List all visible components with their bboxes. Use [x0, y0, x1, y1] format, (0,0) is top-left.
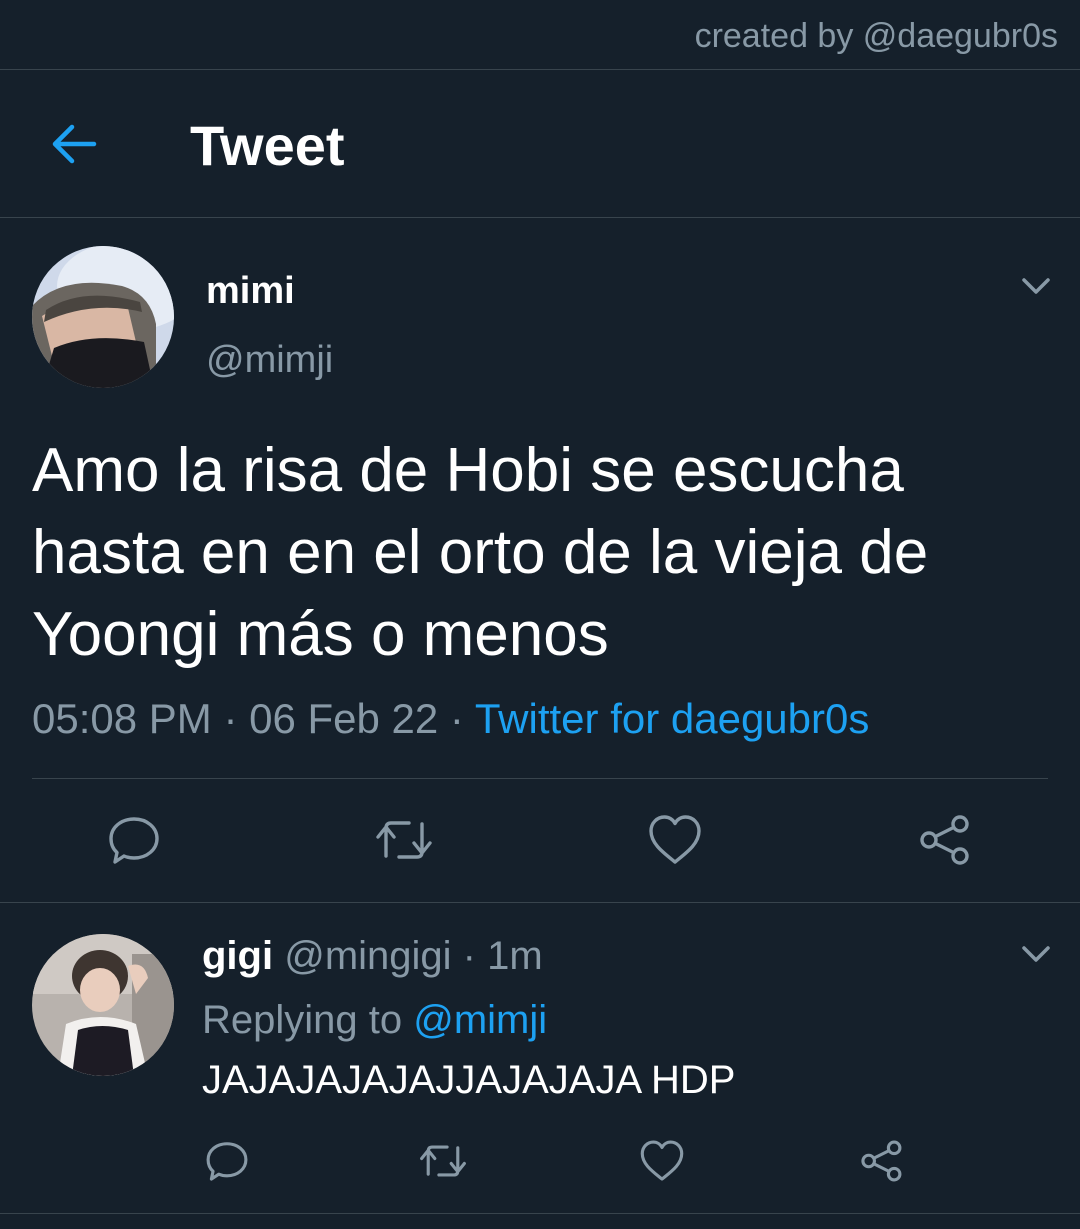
tweet-meta: 05:08 PM · 06 Feb 22 · Twitter for daegu… [32, 692, 869, 746]
reply-text: JAJAJAJAJAJJAJAJAJA HDP [202, 1058, 736, 1102]
tweet-time: 05:08 PM [32, 695, 212, 742]
share-button[interactable] [916, 812, 972, 868]
reply-icon [109, 817, 159, 864]
reply-handle[interactable]: @mingigi [284, 934, 451, 978]
chevron-down-icon [1022, 278, 1050, 294]
share-icon [920, 815, 969, 865]
tweet-text: Amo la risa de Hobi se escucha hasta en … [32, 436, 929, 669]
tweet-options-button[interactable] [1016, 266, 1056, 306]
reply-options-button[interactable] [1016, 934, 1056, 974]
arrow-left-icon [52, 124, 97, 164]
retweet-button[interactable] [374, 812, 434, 868]
reply-like-button[interactable] [638, 1138, 686, 1184]
reply-share-button[interactable] [858, 1138, 904, 1184]
reply-display-name[interactable]: gigi [202, 934, 273, 978]
chevron-down-icon [1022, 946, 1050, 962]
reply-icon [206, 1142, 248, 1181]
reply-button[interactable] [106, 812, 162, 868]
avatar-image [32, 246, 174, 388]
replying-to-mention[interactable]: @mimji [413, 998, 547, 1042]
reply-retweet-button[interactable] [418, 1138, 468, 1184]
page-title: Tweet [190, 114, 345, 177]
tweet-date: 06 Feb 22 [249, 695, 439, 742]
avatar[interactable] [32, 246, 174, 388]
reply-separator: · [451, 934, 488, 978]
bottom-divider [0, 1213, 1080, 1214]
actions-divider [32, 778, 1048, 779]
reply-reply-button[interactable] [204, 1138, 250, 1184]
reply-header: gigi @mingigi · 1m [202, 930, 543, 982]
retweet-icon [376, 821, 432, 859]
share-icon [861, 1140, 902, 1182]
like-icon [649, 815, 701, 864]
like-icon [640, 1140, 684, 1181]
tweet-divider [0, 902, 1080, 903]
replying-to: Replying to @mimji [202, 994, 547, 1046]
meta-separator: · [211, 695, 250, 742]
replying-to-label: Replying to [202, 998, 414, 1042]
meta-separator: · [438, 695, 475, 742]
like-button[interactable] [646, 812, 704, 868]
avatar-image [32, 934, 174, 1076]
display-name[interactable]: mimi [206, 268, 295, 314]
top-divider [0, 69, 1080, 70]
header-divider [0, 217, 1080, 218]
user-handle[interactable]: @mimji [206, 336, 333, 384]
credit-text: created by @daegubr0s [694, 17, 1058, 55]
reply-avatar[interactable] [32, 934, 174, 1076]
tweet-source-link[interactable]: Twitter for daegubr0s [475, 695, 870, 742]
retweet-icon [420, 1145, 466, 1177]
reply-time: 1m [487, 934, 543, 978]
back-button[interactable] [44, 114, 104, 174]
